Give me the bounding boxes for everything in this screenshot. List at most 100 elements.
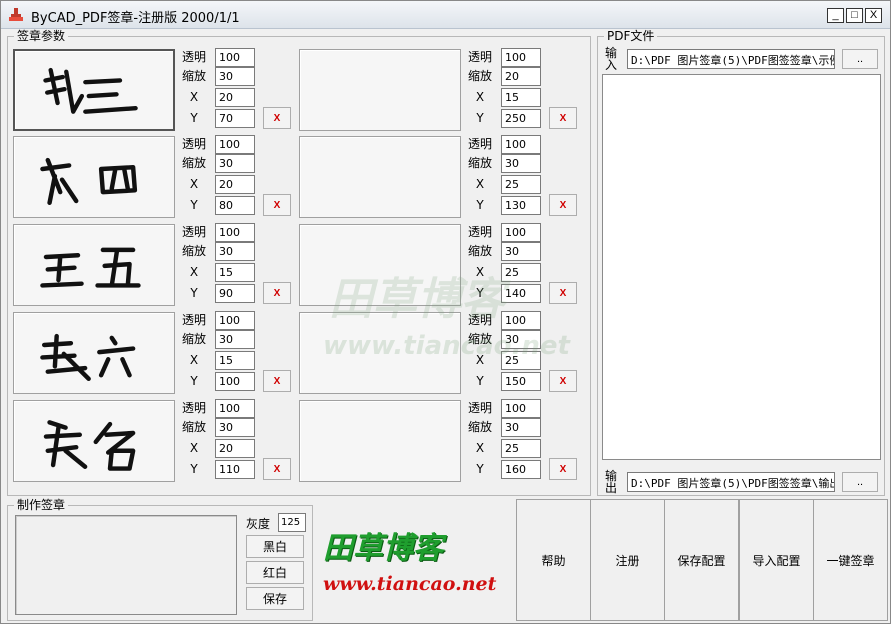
- save-signature-button[interactable]: 保存: [246, 587, 304, 610]
- scale-input[interactable]: [501, 154, 541, 173]
- handwritten-signature-image: [40, 333, 136, 381]
- signature-slot-right-1[interactable]: [299, 49, 461, 131]
- remove-signature-button[interactable]: X: [263, 458, 291, 480]
- signature-slot-right-4[interactable]: [299, 312, 461, 394]
- x-label: X: [189, 353, 199, 367]
- y-input[interactable]: [215, 196, 255, 215]
- y-label: Y: [190, 111, 198, 125]
- scale-input[interactable]: [215, 242, 255, 261]
- scale-input[interactable]: [501, 418, 541, 437]
- remove-signature-button[interactable]: X: [549, 107, 577, 129]
- scale-label: 缩放: [467, 420, 492, 434]
- opacity-label: 透明: [181, 401, 206, 415]
- remove-signature-button[interactable]: X: [263, 107, 291, 129]
- signature-slot-right-3[interactable]: [299, 224, 461, 306]
- signature-slot-left-5[interactable]: [13, 400, 175, 482]
- scale-input[interactable]: [215, 330, 255, 349]
- pdf-file-list[interactable]: [602, 74, 881, 460]
- scale-input[interactable]: [215, 67, 255, 86]
- opacity-input[interactable]: [215, 223, 255, 242]
- signature-slot-left-4[interactable]: [13, 312, 175, 394]
- signature-slot-left-2[interactable]: [13, 136, 175, 218]
- minimize-button[interactable]: _: [827, 8, 844, 23]
- red-white-button[interactable]: 红白: [246, 561, 304, 584]
- title-bar: ByCAD_PDF签章-注册版 2000/1/1 _ □ X: [1, 1, 890, 29]
- x-input[interactable]: [501, 351, 541, 370]
- x-input[interactable]: [215, 351, 255, 370]
- opacity-label: 透明: [181, 137, 206, 151]
- signature-slot-left-1[interactable]: [13, 49, 175, 131]
- x-input[interactable]: [501, 439, 541, 458]
- opacity-label: 透明: [467, 137, 492, 151]
- scale-label: 缩放: [181, 156, 206, 170]
- signature-params-label: 签章参数: [14, 29, 69, 43]
- browse-input-button[interactable]: ..: [842, 49, 878, 69]
- y-input[interactable]: [215, 109, 255, 128]
- remove-signature-button[interactable]: X: [549, 282, 577, 304]
- black-white-button[interactable]: 黑白: [246, 535, 304, 558]
- remove-signature-button[interactable]: X: [263, 370, 291, 392]
- register-button[interactable]: 注册: [590, 499, 665, 621]
- y-label: Y: [476, 374, 484, 388]
- scale-input[interactable]: [501, 242, 541, 261]
- y-input[interactable]: [215, 372, 255, 391]
- x-input[interactable]: [215, 175, 255, 194]
- opacity-input[interactable]: [215, 48, 255, 67]
- remove-signature-button[interactable]: X: [549, 370, 577, 392]
- y-input[interactable]: [501, 372, 541, 391]
- scale-label: 缩放: [467, 69, 492, 83]
- x-input[interactable]: [501, 263, 541, 282]
- remove-signature-button[interactable]: X: [549, 458, 577, 480]
- y-label: Y: [476, 111, 484, 125]
- opacity-label: 透明: [181, 50, 206, 64]
- maximize-button[interactable]: □: [846, 8, 863, 23]
- gray-value-input[interactable]: [278, 513, 306, 532]
- import-config-button[interactable]: 导入配置: [739, 499, 814, 621]
- opacity-input[interactable]: [501, 223, 541, 242]
- remove-signature-button[interactable]: X: [549, 194, 577, 216]
- opacity-input[interactable]: [501, 311, 541, 330]
- signature-slot-right-5[interactable]: [299, 400, 461, 482]
- signature-slot-right-2[interactable]: [299, 136, 461, 218]
- y-input[interactable]: [501, 284, 541, 303]
- y-label: Y: [190, 198, 198, 212]
- opacity-input[interactable]: [215, 135, 255, 154]
- x-input[interactable]: [215, 88, 255, 107]
- scale-label: 缩放: [467, 156, 492, 170]
- signature-slot-left-3[interactable]: [13, 224, 175, 306]
- y-label: Y: [190, 286, 198, 300]
- scale-input[interactable]: [215, 418, 255, 437]
- x-input[interactable]: [501, 88, 541, 107]
- y-input[interactable]: [215, 284, 255, 303]
- input-label: 输入: [604, 46, 617, 72]
- help-button[interactable]: 帮助: [516, 499, 591, 621]
- scale-input[interactable]: [501, 67, 541, 86]
- x-label: X: [189, 441, 199, 455]
- x-input[interactable]: [215, 263, 255, 282]
- y-input[interactable]: [501, 196, 541, 215]
- opacity-input[interactable]: [215, 311, 255, 330]
- opacity-input[interactable]: [215, 399, 255, 418]
- y-input[interactable]: [501, 109, 541, 128]
- scale-input[interactable]: [501, 330, 541, 349]
- one-click-sign-button[interactable]: 一键签章: [813, 499, 888, 621]
- x-input[interactable]: [215, 439, 255, 458]
- opacity-input[interactable]: [501, 48, 541, 67]
- x-input[interactable]: [501, 175, 541, 194]
- opacity-input[interactable]: [501, 135, 541, 154]
- logo-cn: 田草博客: [323, 531, 443, 566]
- save-config-button[interactable]: 保存配置: [664, 499, 739, 621]
- y-label: Y: [476, 198, 484, 212]
- scale-input[interactable]: [215, 154, 255, 173]
- remove-signature-button[interactable]: X: [263, 194, 291, 216]
- remove-signature-button[interactable]: X: [263, 282, 291, 304]
- close-button[interactable]: X: [865, 8, 882, 23]
- app-window: ByCAD_PDF签章-注册版 2000/1/1 _ □ X 签章参数 透明缩放…: [0, 0, 891, 624]
- x-label: X: [189, 177, 199, 191]
- y-input[interactable]: [501, 460, 541, 479]
- output-path-field[interactable]: D:\PDF 图片签章(5)\PDF图签签章\输出: [627, 472, 835, 492]
- input-path-field[interactable]: D:\PDF 图片签章(5)\PDF图签签章\示例: [627, 49, 835, 69]
- browse-output-button[interactable]: ..: [842, 472, 878, 492]
- opacity-input[interactable]: [501, 399, 541, 418]
- y-input[interactable]: [215, 460, 255, 479]
